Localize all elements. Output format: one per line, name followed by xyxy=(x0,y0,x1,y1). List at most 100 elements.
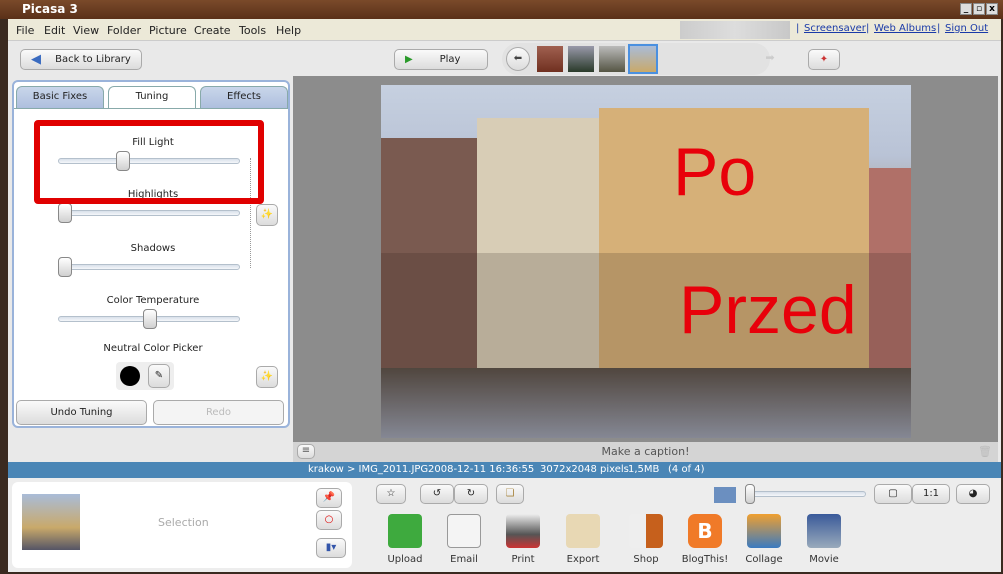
star-icon[interactable]: ☆ xyxy=(376,484,406,504)
blogthis-label: BlogThis! xyxy=(681,554,729,565)
caption-placeholder[interactable]: Make a caption! xyxy=(602,445,690,458)
maximize-button[interactable]: ▫ xyxy=(973,3,985,15)
file-count: (4 of 4) xyxy=(668,464,705,475)
thumbnail-2[interactable] xyxy=(568,46,594,72)
previous-arrow-icon[interactable]: ⬅ xyxy=(506,47,530,71)
screensaver-link[interactable]: Screensaver xyxy=(804,23,866,34)
shop-icon xyxy=(629,514,663,548)
thumbnail-1[interactable] xyxy=(537,46,563,72)
file-dimensions: 3072x2048 pixels xyxy=(540,464,629,475)
collage-button[interactable]: Collage xyxy=(736,514,792,565)
file-size: 1,5MB xyxy=(628,464,660,475)
file-date: 2008-12-11 16:36:55 xyxy=(428,464,535,475)
color-temperature-label: Color Temperature xyxy=(106,295,200,306)
blogger-icon: B xyxy=(688,514,722,548)
email-button[interactable]: Email xyxy=(436,514,492,565)
picasa-app: File Edit View Folder Picture Create Too… xyxy=(8,19,1001,572)
tab-effects[interactable]: Effects xyxy=(200,86,288,108)
selection-label: Selection xyxy=(158,516,209,529)
movie-label: Movie xyxy=(809,554,839,565)
back-label: Back to Library xyxy=(55,54,131,65)
back-to-library-button[interactable]: ◀ Back to Library xyxy=(20,49,142,70)
shadows-slider[interactable] xyxy=(58,264,240,270)
menu-tools[interactable]: Tools xyxy=(239,24,266,37)
album-dropdown-icon[interactable]: ▮▾ xyxy=(316,538,346,558)
shadows-handle[interactable] xyxy=(58,257,72,277)
menu-view[interactable]: View xyxy=(73,24,99,37)
rotate-left-icon[interactable]: ↺ xyxy=(420,484,454,504)
picker-group: ✎ xyxy=(116,362,174,390)
menu-folder[interactable]: Folder xyxy=(107,24,141,37)
bottom-tray: Selection 📌 ○ ▮▾ ☆ ↺ ↻ ❏ ▢ 1:1 ◕ Upload … xyxy=(8,478,1001,572)
thumbnail-3[interactable] xyxy=(599,46,625,72)
minimize-button[interactable]: _ xyxy=(960,3,972,15)
one-to-one-button[interactable]: 1:1 xyxy=(912,484,950,504)
magic-wand-icon[interactable]: ✨ xyxy=(256,366,278,388)
sign-out-link[interactable]: Sign Out xyxy=(945,23,988,34)
hold-pin-icon[interactable]: 📌 xyxy=(316,488,342,508)
shop-label: Shop xyxy=(633,554,659,565)
export-button[interactable]: Export xyxy=(555,514,611,565)
eyedropper-icon[interactable]: ✎ xyxy=(148,364,170,388)
back-arrow-icon: ◀ xyxy=(31,52,41,67)
status-bar: krakow > IMG_2011.JPG 2008-12-11 16:36:5… xyxy=(8,462,1001,478)
fit-icon[interactable]: ▢ xyxy=(874,484,912,504)
file-path: krakow > IMG_2011.JPG xyxy=(308,464,429,475)
tag-icon[interactable]: ❏ xyxy=(496,484,524,504)
selection-thumbnail[interactable] xyxy=(22,494,80,550)
upload-button[interactable]: Upload xyxy=(377,514,433,565)
neutral-color-picker-label: Neutral Color Picker xyxy=(103,343,203,354)
separator: | xyxy=(796,23,800,34)
caption-menu-icon[interactable]: ≡ xyxy=(297,444,315,459)
menu-help[interactable]: Help xyxy=(276,24,301,37)
zoom-handle[interactable] xyxy=(745,484,755,504)
collage-share-icon[interactable]: ✦ xyxy=(808,49,840,70)
zoom-slider[interactable] xyxy=(746,491,866,497)
print-icon xyxy=(506,514,540,548)
tab-basic-fixes[interactable]: Basic Fixes xyxy=(16,86,104,108)
upload-label: Upload xyxy=(387,554,423,565)
zoom-icon xyxy=(714,487,736,503)
menu-edit[interactable]: Edit xyxy=(44,24,65,37)
caption-bar[interactable]: ≡ Make a caption! 🗑 xyxy=(293,442,998,462)
thumbnail-4-selected[interactable] xyxy=(628,44,658,74)
menu-bar: File Edit View Folder Picture Create Too… xyxy=(8,19,1001,41)
highlights-handle[interactable] xyxy=(58,203,72,223)
tab-tuning[interactable]: Tuning xyxy=(108,86,196,108)
clear-selection-icon[interactable]: ○ xyxy=(316,510,342,530)
filmstrip: ⬅ ➡ xyxy=(502,43,775,75)
web-albums-link[interactable]: Web Albums xyxy=(874,23,936,34)
menu-create[interactable]: Create xyxy=(194,24,231,37)
collage-label: Collage xyxy=(745,554,783,565)
upload-icon xyxy=(388,514,422,548)
email-icon xyxy=(447,514,481,548)
separator: | xyxy=(866,23,870,34)
email-label: Email xyxy=(450,554,478,565)
movie-button[interactable]: Movie xyxy=(796,514,852,565)
menu-file[interactable]: File xyxy=(16,24,34,37)
collage-icon xyxy=(747,514,781,548)
next-arrow-icon[interactable]: ➡ xyxy=(758,47,782,71)
play-icon: ▶ xyxy=(405,54,413,65)
before-label: Przed xyxy=(679,272,857,348)
photo[interactable]: Po Przed xyxy=(381,85,911,438)
close-button[interactable]: x xyxy=(986,3,998,15)
play-button[interactable]: ▶ Play xyxy=(394,49,488,70)
print-button[interactable]: Print xyxy=(495,514,551,565)
blurred-account xyxy=(680,21,790,39)
menu-picture[interactable]: Picture xyxy=(149,24,187,37)
picasa-icon[interactable]: ◕ xyxy=(956,484,990,504)
after-label: Po xyxy=(673,134,757,210)
blogthis-button[interactable]: B BlogThis! xyxy=(677,514,733,565)
redo-button[interactable]: Redo xyxy=(153,400,284,425)
shop-button[interactable]: Shop xyxy=(618,514,674,565)
undo-tuning-button[interactable]: Undo Tuning xyxy=(16,400,147,425)
photo-viewer: Po Przed xyxy=(293,76,998,442)
window-title: Picasa 3 xyxy=(22,2,78,16)
rotate-right-icon[interactable]: ↻ xyxy=(454,484,488,504)
magic-wand-icon[interactable]: ✨ xyxy=(256,204,278,226)
folder-icon xyxy=(566,514,600,548)
trash-icon[interactable]: 🗑 xyxy=(978,442,992,462)
highlights-slider[interactable] xyxy=(58,210,240,216)
color-temperature-handle[interactable] xyxy=(143,309,157,329)
